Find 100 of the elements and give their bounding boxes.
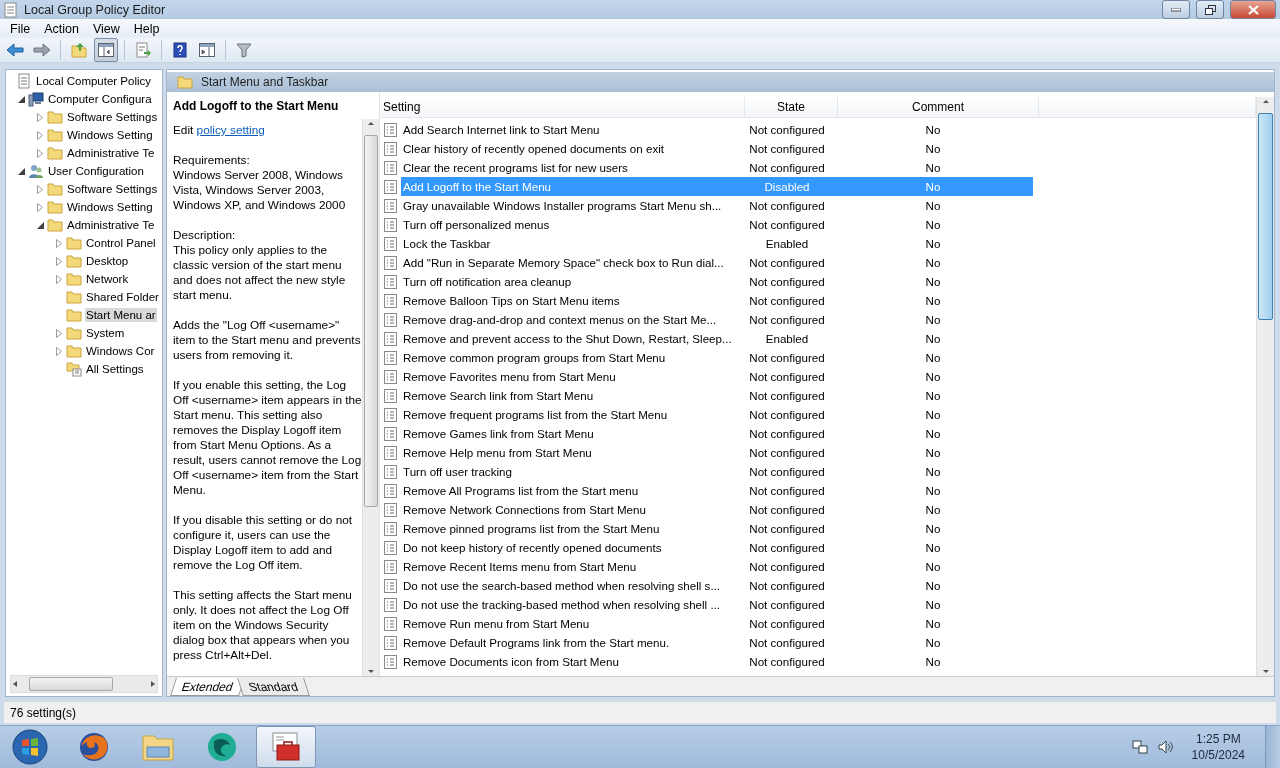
tree-item[interactable]: Network	[85, 272, 130, 287]
menu-item[interactable]: Action	[37, 21, 86, 36]
tree-item[interactable]: Windows Setting	[66, 128, 154, 143]
table-row[interactable]: Remove Search link from Start Menu Not configured No	[401, 386, 1033, 406]
table-row[interactable]: Turn off notification area cleanup Not configured No	[401, 272, 1033, 292]
table-row[interactable]: Remove Default Programs link from the Start menu. Not configured No	[401, 633, 1033, 653]
tree-item[interactable]: Administrative Te	[66, 146, 156, 161]
speaker-icon[interactable]	[1157, 739, 1174, 755]
close-button[interactable]	[1230, 0, 1276, 20]
table-row[interactable]: Remove frequent programs list from the Start Menu Not configured No	[401, 405, 1033, 425]
table-row[interactable]: Do not use the tracking-based method when resolving shell ... Not configured No	[401, 595, 1033, 615]
tree-item[interactable]: Computer Configura	[47, 92, 153, 107]
tree-item[interactable]: Windows Setting	[66, 200, 154, 215]
table-row[interactable]: Remove Favorites menu from Start Menu Not configured No	[401, 367, 1033, 387]
clock-time[interactable]: 1:25 PM	[1195, 731, 1241, 747]
setting-name: Remove All Programs list from the Start menu	[402, 484, 640, 498]
table-row[interactable]: Turn off personalized menus Not configured No	[401, 215, 1033, 235]
table-row[interactable]: Add "Run in Separate Memory Space" check box to Run dial... Not configured No	[401, 253, 1033, 273]
status-bar: 76 setting(s)	[4, 701, 1276, 723]
table-row[interactable]: Remove Recent Items menu from Start Menu Not configured No	[401, 557, 1033, 577]
setting-name: Remove pinned programs list from the Start Menu	[402, 522, 661, 536]
collapsed-triangle-icon[interactable]	[37, 130, 43, 140]
table-row[interactable]: Remove Network Connections from Start Menu Not configured No	[401, 500, 1033, 520]
table-row[interactable]: Lock the Taskbar Enabled No	[401, 234, 1033, 254]
policy-setting-icon	[384, 464, 397, 479]
table-row[interactable]: Add Search Internet link to Start Menu Not configured No	[401, 120, 1033, 140]
horizontal-scrollbar[interactable]	[10, 675, 158, 694]
collapsed-triangle-icon[interactable]	[56, 328, 62, 338]
state-cell-text: Not configured	[748, 408, 826, 422]
scroll-left-arrow-icon[interactable]	[11, 680, 19, 689]
state-cell-text: Not configured	[748, 598, 826, 612]
policy-setting-icon	[384, 654, 397, 669]
tree-item[interactable]: Windows Cor	[85, 344, 156, 359]
folder-icon	[66, 326, 82, 341]
column-header[interactable]: Comment	[838, 97, 1039, 118]
table-row[interactable]: Remove All Programs list from the Start menu Not configured No	[401, 481, 1033, 501]
network-icon[interactable]	[1131, 739, 1148, 755]
restore-button[interactable]	[1196, 0, 1224, 20]
policy-setting-icon	[384, 350, 397, 365]
section-heading: Requirements:	[173, 153, 251, 169]
collapsed-triangle-icon[interactable]	[56, 274, 62, 284]
menu-item[interactable]: View	[85, 21, 127, 36]
edit-policy-text: Edit policy setting	[173, 123, 266, 139]
expanded-triangle-icon[interactable]	[18, 95, 25, 103]
table-row[interactable]: Do not use the search-based method when resolving shell s... Not configured No	[401, 576, 1033, 596]
tree-item[interactable]: Desktop	[85, 254, 130, 269]
collapsed-triangle-icon[interactable]	[37, 148, 43, 158]
taskbar-button[interactable]	[256, 726, 316, 768]
collapsed-triangle-icon[interactable]	[37, 184, 43, 194]
table-row[interactable]: Remove Balloon Tips on Start Menu items Not configured No	[401, 291, 1033, 311]
tree-item[interactable]: Software Settings	[66, 110, 159, 125]
table-row[interactable]: Clear the recent programs list for new users Not configured No	[401, 158, 1033, 178]
table-row[interactable]: Do not keep history of recently opened documents Not configured No	[401, 538, 1033, 558]
table-row[interactable]: Turn off user tracking Not configured No	[401, 462, 1033, 482]
tree-item[interactable]: All Settings	[85, 362, 145, 377]
setting-name: Add "Run in Separate Memory Space" check box to Run dial...	[402, 256, 725, 270]
tree-item[interactable]: Software Settings	[66, 182, 159, 197]
expanded-triangle-icon[interactable]	[18, 167, 25, 175]
state-cell-text: Not configured	[748, 560, 826, 574]
tree-item[interactable]: Shared Folder	[85, 290, 160, 305]
tree-item[interactable]: Control Panel	[85, 236, 157, 251]
comment-cell-text: No	[924, 560, 942, 574]
expanded-triangle-icon[interactable]	[37, 221, 44, 229]
tree-item[interactable]: User Configuration	[47, 164, 145, 179]
tree-item[interactable]: Administrative Te	[66, 218, 156, 233]
scroll-right-arrow-icon[interactable]	[149, 680, 157, 689]
toolbar-button[interactable]	[94, 38, 118, 63]
collapsed-triangle-icon[interactable]	[37, 112, 43, 122]
tree-item[interactable]: Start Menu ar	[85, 308, 157, 323]
table-row[interactable]: Remove Documents icon from Start Menu Not configured No	[401, 652, 1033, 672]
column-header[interactable]: State	[745, 97, 838, 118]
view-tab[interactable]: Standard	[236, 678, 310, 697]
table-row[interactable]: Remove Games link from Start Menu Not configured No	[401, 424, 1033, 444]
collapsed-triangle-icon[interactable]	[56, 346, 62, 356]
table-row[interactable]: Remove Run menu from Start Menu Not configured No	[401, 614, 1033, 634]
vertical-scrollbar[interactable]	[1256, 97, 1274, 677]
column-header[interactable]: Setting	[380, 97, 745, 118]
table-row[interactable]: Remove Help menu from Start Menu Not configured No	[401, 443, 1033, 463]
setting-name: Remove Recent Items menu from Start Menu	[402, 560, 638, 574]
vertical-scrollbar[interactable]	[362, 119, 379, 677]
state-cell-text: Not configured	[748, 370, 826, 384]
state-cell-text: Not configured	[748, 522, 826, 536]
table-row[interactable]: Remove common program groups from Start Menu Not configured No	[401, 348, 1033, 368]
table-row[interactable]: Gray unavailable Windows Installer programs Start Menu sh... Not configured No	[401, 196, 1033, 216]
table-row[interactable]: Remove pinned programs list from the Start Menu Not configured No	[401, 519, 1033, 539]
setting-title: Add Logoff to the Start Menu	[172, 98, 340, 116]
collapsed-triangle-icon[interactable]	[56, 256, 62, 266]
collapsed-triangle-icon[interactable]	[37, 202, 43, 212]
policy-setting-link[interactable]: policy setting	[196, 123, 265, 138]
collapsed-triangle-icon[interactable]	[56, 238, 62, 248]
menu-item[interactable]: Help	[126, 21, 167, 36]
tree-item[interactable]: Local Computer Policy	[35, 74, 153, 89]
menu-item[interactable]: File	[3, 21, 38, 36]
table-row[interactable]: Clear history of recently opened documents on exit Not configured No	[401, 139, 1033, 159]
table-row[interactable]: Remove drag-and-drop and context menus on the Start Me... Not configured No	[401, 310, 1033, 330]
minimize-button[interactable]	[1162, 0, 1190, 20]
table-row[interactable]: Remove and prevent access to the Shut Down, Restart, Sleep... Enabled No	[401, 329, 1033, 349]
close-icon	[1247, 4, 1259, 15]
clock-date[interactable]: 10/5/2024	[1191, 747, 1245, 763]
tree-item[interactable]: System	[85, 326, 126, 341]
